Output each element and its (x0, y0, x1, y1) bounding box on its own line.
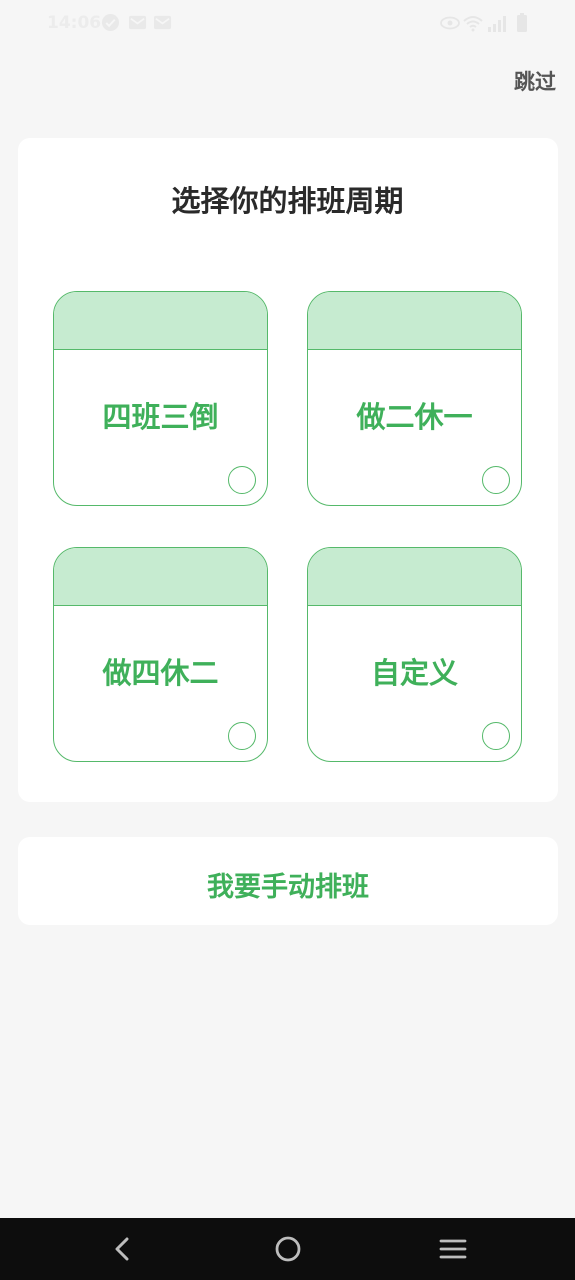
skip-button[interactable]: 跳过 (514, 66, 556, 96)
option-header (54, 292, 267, 350)
option-label: 自定义 (370, 656, 458, 690)
menu-icon[interactable] (438, 1234, 468, 1264)
option-radio[interactable] (228, 722, 256, 750)
battery-icon (517, 13, 527, 32)
back-icon[interactable] (107, 1234, 137, 1264)
page-title: 选择你的排班周期 (171, 184, 404, 218)
option-label: 四班三倒 (102, 400, 219, 434)
option-header (308, 548, 521, 606)
system-nav-bar (0, 1218, 575, 1280)
option-label: 做四休二 (102, 656, 219, 690)
manual-schedule-label: 我要手动排班 (207, 872, 369, 903)
option-radio[interactable] (482, 722, 510, 750)
option-work-four-rest-two[interactable]: 做四休二 (53, 547, 268, 762)
manual-schedule-button[interactable]: 我要手动排班 (18, 837, 558, 925)
wifi-icon (463, 16, 483, 32)
option-label: 做二休一 (356, 400, 473, 434)
schedule-cycle-page: 14:06 跳过 选择你的排班周期 四班三倒 做二休一 做四休二 自定义 我要手… (0, 0, 575, 1280)
status-bar: 14:06 (0, 0, 575, 48)
option-custom[interactable]: 自定义 (307, 547, 522, 762)
option-radio[interactable] (228, 466, 256, 494)
option-radio[interactable] (482, 466, 510, 494)
option-header (54, 548, 267, 606)
status-time: 14:06 (47, 13, 102, 33)
check-circle-icon (101, 13, 120, 32)
signal-icon (488, 16, 506, 32)
gmail-icon (128, 15, 147, 30)
eye-icon (440, 16, 460, 30)
option-work-two-rest-one[interactable]: 做二休一 (307, 291, 522, 506)
option-header (308, 292, 521, 350)
mail-icon (153, 15, 172, 30)
home-icon[interactable] (273, 1234, 303, 1264)
option-four-shift-three-rotation[interactable]: 四班三倒 (53, 291, 268, 506)
